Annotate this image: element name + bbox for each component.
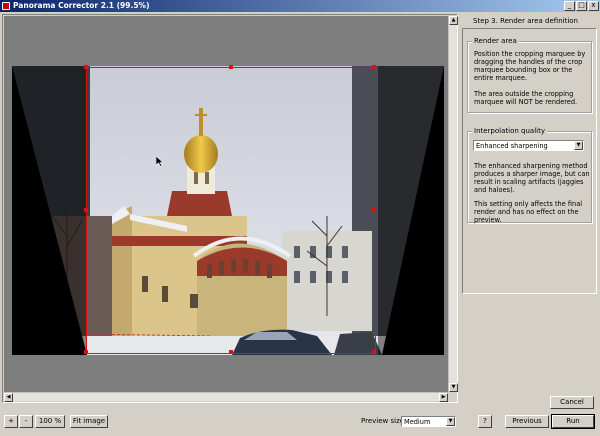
minimize-button[interactable]: _ bbox=[564, 1, 575, 11]
dropdown-arrow-icon[interactable]: ▼ bbox=[446, 417, 455, 426]
mouse-cursor-icon bbox=[156, 156, 164, 167]
close-button[interactable]: x bbox=[588, 1, 599, 11]
cancel-button[interactable]: Cancel bbox=[550, 396, 594, 409]
zoom-out-button[interactable]: - bbox=[19, 415, 33, 428]
crop-handle-left[interactable] bbox=[84, 208, 88, 212]
crop-handle-top-left[interactable] bbox=[84, 65, 88, 69]
interpolation-text-2: This setting only affects the final rend… bbox=[474, 200, 583, 224]
crop-marquee[interactable] bbox=[84, 65, 376, 354]
crop-handle-bottom-right[interactable] bbox=[372, 350, 376, 354]
maximize-button[interactable]: □ bbox=[576, 1, 587, 11]
previous-button[interactable]: Previous bbox=[505, 415, 549, 428]
settings-panel: Render area Position the cropping marque… bbox=[462, 28, 597, 294]
scroll-right-icon[interactable]: ▶ bbox=[439, 393, 448, 402]
window-title: Panorama Corrector 2.1 (99.5%) bbox=[13, 1, 150, 10]
crop-handle-top-right[interactable] bbox=[372, 65, 376, 69]
interpolation-text-1: The enhanced sharpening method produces … bbox=[474, 162, 590, 194]
render-area-text-2: The area outside the cropping marquee wi… bbox=[474, 90, 578, 106]
render-area-group: Render area Position the cropping marque… bbox=[467, 37, 592, 113]
title-bar: Panorama Corrector 2.1 (99.5%) _ □ x bbox=[0, 0, 600, 12]
run-button[interactable]: Run bbox=[551, 414, 595, 429]
crop-handle-right[interactable] bbox=[372, 208, 376, 212]
crop-handle-top[interactable] bbox=[229, 65, 233, 69]
render-area-legend: Render area bbox=[472, 37, 519, 46]
step-title: Step 3. Render area definition bbox=[473, 17, 578, 25]
horizontal-scrollbar[interactable]: ◀ ▶ bbox=[4, 392, 448, 402]
preview-size-select[interactable]: Medium ▼ bbox=[401, 416, 456, 427]
interpolation-quality-select[interactable]: Enhanced sharpening ▼ bbox=[473, 140, 584, 151]
help-button[interactable]: ? bbox=[478, 415, 492, 428]
zoom-in-button[interactable]: + bbox=[4, 415, 18, 428]
scroll-up-icon[interactable]: ▲ bbox=[449, 16, 458, 25]
fit-image-button[interactable]: Fit image bbox=[70, 415, 108, 428]
vertical-scrollbar[interactable]: ▲ ▼ bbox=[448, 16, 458, 392]
zoom-100-button[interactable]: 100 % bbox=[35, 415, 65, 428]
crop-handle-bottom[interactable] bbox=[229, 350, 233, 354]
preview-size-value: Medium bbox=[404, 418, 431, 426]
render-area-text-1: Position the cropping marquee by draggin… bbox=[474, 50, 586, 82]
preview-area: ▲ ▼ ◀ ▶ bbox=[2, 14, 458, 403]
dropdown-arrow-icon[interactable]: ▼ bbox=[574, 141, 583, 150]
scroll-left-icon[interactable]: ◀ bbox=[4, 393, 13, 402]
preview-canvas[interactable] bbox=[4, 16, 448, 392]
interpolation-legend: Interpolation quality bbox=[472, 127, 547, 136]
app-icon bbox=[2, 2, 10, 10]
crop-handle-bottom-left[interactable] bbox=[84, 350, 88, 354]
interpolation-quality-value: Enhanced sharpening bbox=[476, 142, 548, 150]
scroll-down-icon[interactable]: ▼ bbox=[449, 383, 458, 392]
preview-size-label: Preview size: bbox=[361, 417, 407, 425]
